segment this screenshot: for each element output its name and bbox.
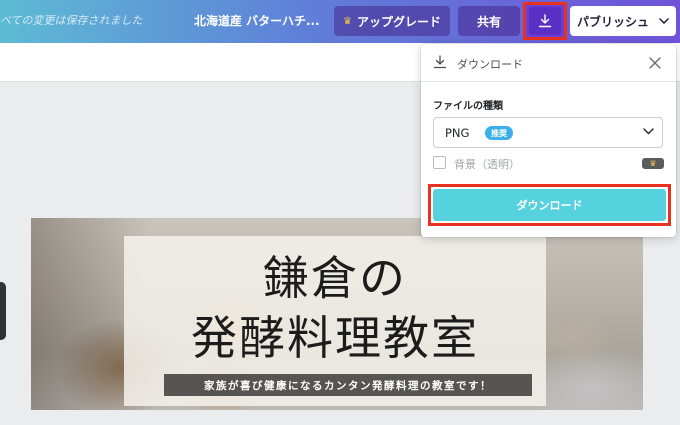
design-title-line-1[interactable]: 鎌倉の [124, 242, 546, 308]
chevron-down-icon [659, 18, 669, 24]
close-icon[interactable] [647, 55, 663, 71]
download-panel-header: ダウンロード [421, 44, 676, 82]
design-subtitle[interactable]: 家族が喜び健康になるカンタン発酵料理の教室です！ [164, 374, 532, 396]
publish-button[interactable]: パブリッシュ [570, 6, 676, 36]
share-label: 共有 [476, 14, 501, 29]
design-title-line-2[interactable]: 発酵料理教室 [124, 302, 546, 368]
download-icon [433, 55, 447, 69]
share-button[interactable]: 共有 [458, 6, 520, 36]
transparent-bg-label: 背景（透明） [454, 158, 520, 171]
save-status: べての変更は保存されました [0, 14, 143, 27]
side-panel-handle[interactable] [0, 282, 6, 340]
crown-icon: ♛ [343, 15, 352, 27]
chevron-down-icon [643, 128, 654, 135]
transparent-bg-checkbox[interactable] [433, 156, 446, 169]
download-button-highlight [523, 2, 567, 40]
crown-icon: ♛ [642, 158, 664, 169]
download-panel-title: ダウンロード [457, 58, 523, 71]
file-type-label: ファイルの種類 [433, 101, 503, 112]
design-canvas[interactable]: 鎌倉の 発酵料理教室 家族が喜び健康になるカンタン発酵料理の教室です！ [31, 218, 643, 410]
download-icon [538, 14, 552, 28]
top-bar: べての変更は保存されました 北海道産 バターハチ... ♛ アップグレード 共有… [0, 0, 680, 43]
publish-label: パブリッシュ [576, 14, 649, 29]
file-type-value: PNG [445, 126, 470, 140]
upgrade-label: アップグレード [356, 14, 441, 29]
recommended-badge: 推奨 [485, 126, 513, 140]
file-type-select[interactable]: PNG 推奨 [433, 117, 663, 148]
document-title[interactable]: 北海道産 バターハチ... [194, 12, 320, 29]
download-submit-button[interactable]: ダウンロード [433, 189, 666, 221]
download-submit-label: ダウンロード [516, 199, 583, 212]
download-panel: ダウンロード ファイルの種類 PNG 推奨 背景（透明） ♛ ダウンロード [421, 44, 676, 237]
upgrade-button[interactable]: ♛ アップグレード [334, 6, 450, 36]
download-button-highlight: ダウンロード [428, 184, 671, 226]
download-button[interactable] [529, 7, 561, 35]
